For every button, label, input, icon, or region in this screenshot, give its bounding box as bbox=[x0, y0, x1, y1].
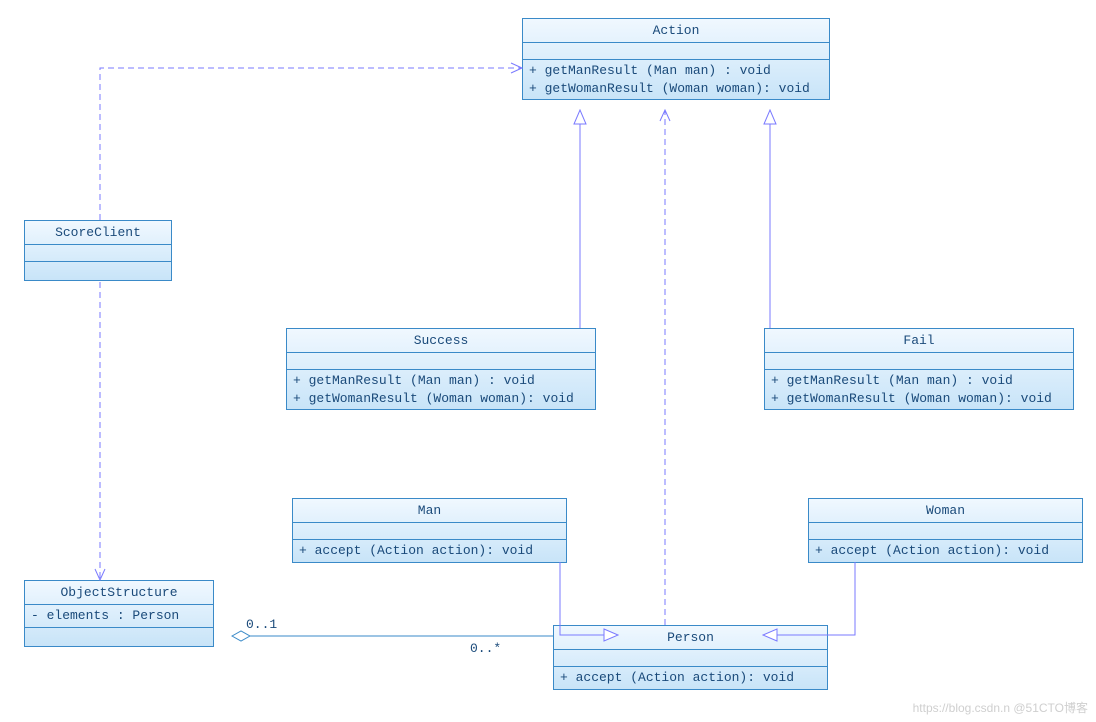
class-man: Man + accept (Action action): void bbox=[292, 498, 567, 563]
class-scoreclient-name: ScoreClient bbox=[25, 221, 171, 245]
class-action-name: Action bbox=[523, 19, 829, 43]
dep-scoreclient-action bbox=[100, 68, 522, 220]
class-objectstructure-name: ObjectStructure bbox=[25, 581, 213, 605]
class-man-ops: + accept (Action action): void bbox=[293, 540, 566, 562]
class-fail: Fail + getManResult (Man man) : void + g… bbox=[764, 328, 1074, 410]
class-person-name: Person bbox=[554, 626, 827, 650]
class-woman-attrs bbox=[809, 523, 1082, 540]
class-success: Success + getManResult (Man man) : void … bbox=[286, 328, 596, 410]
class-fail-op2: + getWomanResult (Woman woman): void bbox=[771, 390, 1067, 408]
class-person: Person + accept (Action action): void bbox=[553, 625, 828, 690]
watermark: https://blog.csdn.n @51CTO博客 bbox=[913, 699, 1088, 716]
class-fail-name: Fail bbox=[765, 329, 1073, 353]
class-action-op1: + getManResult (Man man) : void bbox=[529, 62, 823, 80]
class-scoreclient-ops bbox=[25, 262, 171, 280]
class-action-attrs bbox=[523, 43, 829, 60]
class-action-ops: + getManResult (Man man) : void + getWom… bbox=[523, 60, 829, 99]
class-fail-attrs bbox=[765, 353, 1073, 370]
class-man-op1: + accept (Action action): void bbox=[299, 542, 560, 560]
class-objectstructure-attr1: - elements : Person bbox=[31, 607, 207, 625]
class-woman-name: Woman bbox=[809, 499, 1082, 523]
class-objectstructure-ops bbox=[25, 628, 213, 646]
class-action-op2: + getWomanResult (Woman woman): void bbox=[529, 80, 823, 98]
class-objectstructure-attrs: - elements : Person bbox=[25, 605, 213, 628]
class-woman-ops: + accept (Action action): void bbox=[809, 540, 1082, 562]
class-fail-ops: + getManResult (Man man) : void + getWom… bbox=[765, 370, 1073, 409]
class-action: Action + getManResult (Man man) : void +… bbox=[522, 18, 830, 100]
class-person-attrs bbox=[554, 650, 827, 667]
class-success-op1: + getManResult (Man man) : void bbox=[293, 372, 589, 390]
class-scoreclient: ScoreClient bbox=[24, 220, 172, 281]
class-man-attrs bbox=[293, 523, 566, 540]
class-woman: Woman + accept (Action action): void bbox=[808, 498, 1083, 563]
class-woman-op1: + accept (Action action): void bbox=[815, 542, 1076, 560]
class-person-op1: + accept (Action action): void bbox=[560, 669, 821, 687]
class-success-name: Success bbox=[287, 329, 595, 353]
class-person-ops: + accept (Action action): void bbox=[554, 667, 827, 689]
mult-obj-person-dst: 0..* bbox=[470, 641, 501, 656]
mult-obj-person-src: 0..1 bbox=[246, 617, 277, 632]
class-success-ops: + getManResult (Man man) : void + getWom… bbox=[287, 370, 595, 409]
class-man-name: Man bbox=[293, 499, 566, 523]
class-success-op2: + getWomanResult (Woman woman): void bbox=[293, 390, 589, 408]
class-success-attrs bbox=[287, 353, 595, 370]
class-objectstructure: ObjectStructure - elements : Person bbox=[24, 580, 214, 647]
class-fail-op1: + getManResult (Man man) : void bbox=[771, 372, 1067, 390]
class-scoreclient-attrs bbox=[25, 245, 171, 262]
